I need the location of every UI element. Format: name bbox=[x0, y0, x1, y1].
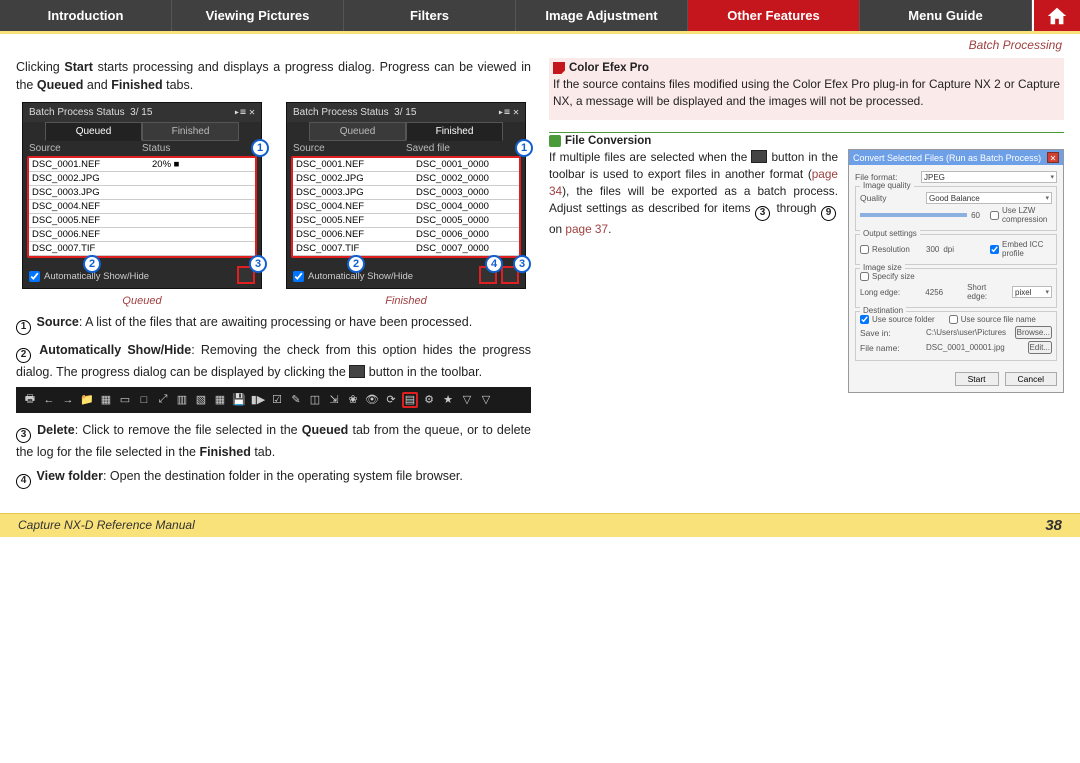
pause-icon[interactable]: ▮▶ bbox=[250, 392, 266, 408]
tab-queued[interactable]: Queued bbox=[309, 122, 406, 141]
filter2-icon[interactable]: ▽ bbox=[478, 392, 494, 408]
crop-icon[interactable]: ◫ bbox=[307, 392, 323, 408]
print-icon[interactable]: 🖶 bbox=[22, 392, 38, 408]
close-icon[interactable]: ✕ bbox=[513, 107, 519, 118]
resolution-checkbox[interactable] bbox=[860, 245, 869, 254]
home-button[interactable] bbox=[1032, 0, 1080, 31]
filter-icon[interactable]: ▽ bbox=[459, 392, 475, 408]
icc-checkbox[interactable] bbox=[990, 245, 999, 254]
save-icon[interactable]: 💾 bbox=[231, 392, 247, 408]
callout-3: 3 bbox=[513, 255, 531, 273]
progress-button-icon bbox=[349, 365, 365, 378]
tab-introduction[interactable]: Introduction bbox=[0, 0, 172, 31]
auto-show-hide-checkbox[interactable]: Automatically Show/Hide bbox=[293, 271, 413, 282]
grid-icon[interactable]: ▦ bbox=[98, 392, 114, 408]
film-icon[interactable]: ▭ bbox=[117, 392, 133, 408]
source-list: DSC_0001.NEFDSC_0001_0000 DSC_0002.JPGDS… bbox=[291, 156, 521, 258]
folder-icon[interactable]: 📁 bbox=[79, 392, 95, 408]
dust-icon[interactable]: ❀ bbox=[345, 392, 361, 408]
gear-icon[interactable]: ⚙ bbox=[421, 392, 437, 408]
item-2: 2 Automatically Show/Hide: Removing the … bbox=[16, 341, 531, 381]
batch-status-finished: Batch Process Status 3/ 15▸≡✕ Queued Fin… bbox=[286, 102, 526, 289]
file-format-select[interactable]: JPEG bbox=[921, 171, 1057, 183]
tab-menu-guide[interactable]: Menu Guide bbox=[860, 0, 1032, 31]
manual-title: Capture NX-D Reference Manual bbox=[18, 518, 195, 532]
auto-show-hide-checkbox[interactable]: Automatically Show/Hide bbox=[29, 271, 149, 282]
specify-size-checkbox[interactable] bbox=[860, 272, 869, 281]
eye-icon[interactable]: 👁 bbox=[364, 392, 380, 408]
callout-1: 1 bbox=[251, 139, 269, 157]
close-icon[interactable]: ✕ bbox=[249, 107, 255, 118]
link-page-37[interactable]: page 37 bbox=[565, 222, 608, 236]
export-icon[interactable]: ☑ bbox=[269, 392, 285, 408]
back-icon[interactable]: ← bbox=[41, 392, 57, 408]
export-button-icon bbox=[751, 150, 767, 163]
tab-image-adjustment[interactable]: Image Adjustment bbox=[516, 0, 688, 31]
item-3: 3 Delete: Click to remove the file selec… bbox=[16, 421, 531, 461]
left-column: Clicking Start starts processing and dis… bbox=[16, 58, 531, 495]
minimize-icon[interactable]: ▸≡ bbox=[234, 107, 246, 118]
convert-dialog: Convert Selected Files (Run as Batch Pro… bbox=[848, 149, 1064, 393]
square-icon[interactable]: □ bbox=[136, 392, 152, 408]
tab-finished[interactable]: Finished bbox=[406, 122, 503, 141]
quality-select[interactable]: Good Balance bbox=[926, 192, 1052, 204]
expand-icon[interactable]: ⤢ bbox=[155, 392, 171, 408]
right-column: Color Efex Pro If the source contains fi… bbox=[549, 58, 1064, 495]
cancel-button[interactable]: Cancel bbox=[1005, 372, 1057, 386]
tab-queued[interactable]: Queued bbox=[45, 122, 142, 141]
brush-icon[interactable]: ✎ bbox=[288, 392, 304, 408]
forward-icon[interactable]: → bbox=[60, 392, 76, 408]
minimize-icon[interactable]: ▸≡ bbox=[498, 107, 510, 118]
source-list: DSC_0001.NEF20% ■ DSC_0002.JPG DSC_0003.… bbox=[27, 156, 257, 258]
item-4: 4 View folder: Open the destination fold… bbox=[16, 467, 531, 489]
breadcrumb: Batch Processing bbox=[0, 34, 1080, 52]
warning-icon bbox=[553, 62, 565, 74]
item-1: 1 Source: A list of the files that are a… bbox=[16, 313, 531, 335]
caption-queued: Queued bbox=[22, 295, 262, 307]
page-number: 38 bbox=[1045, 517, 1062, 534]
start-button[interactable]: Start bbox=[955, 372, 999, 386]
file-conversion-text: If multiple files are selected when the … bbox=[549, 149, 838, 238]
top-nav: Introduction Viewing Pictures Filters Im… bbox=[0, 0, 1080, 34]
edit-button[interactable]: Edit... bbox=[1028, 341, 1052, 354]
use-source-folder-checkbox[interactable] bbox=[860, 315, 869, 324]
batch-progress-icon[interactable]: ▤ bbox=[402, 392, 418, 408]
color-efex-note: Color Efex Pro If the source contains fi… bbox=[549, 58, 1064, 120]
tip-icon bbox=[549, 135, 561, 147]
intro-text: Clicking Start starts processing and dis… bbox=[16, 58, 531, 94]
compare-icon[interactable]: ▥ bbox=[174, 392, 190, 408]
straighten-icon[interactable]: ⇲ bbox=[326, 392, 342, 408]
callout-1: 1 bbox=[515, 139, 533, 157]
tab-finished[interactable]: Finished bbox=[142, 122, 239, 141]
refresh-icon[interactable]: ⟳ bbox=[383, 392, 399, 408]
footer: Capture NX-D Reference Manual 38 bbox=[0, 513, 1080, 537]
star-icon[interactable]: ★ bbox=[440, 392, 456, 408]
use-source-name-checkbox[interactable] bbox=[949, 315, 958, 324]
browse-button[interactable]: Browse... bbox=[1015, 326, 1052, 339]
caption-finished: Finished bbox=[286, 295, 526, 307]
compare4-icon[interactable]: ▦ bbox=[212, 392, 228, 408]
tab-other-features[interactable]: Other Features bbox=[688, 0, 860, 31]
batch-status-queued: Batch Process Status 3/ 15▸≡✕ Queued Fin… bbox=[22, 102, 262, 289]
unit-select[interactable]: pixel bbox=[1012, 286, 1052, 298]
tab-filters[interactable]: Filters bbox=[344, 0, 516, 31]
callout-3: 3 bbox=[249, 255, 267, 273]
toolbar: 🖶 ← → 📁 ▦ ▭ □ ⤢ ▥ ▧ ▦ 💾 ▮▶ ☑ ✎ ◫ ⇲ ❀ 👁 ⟳… bbox=[16, 387, 531, 413]
home-icon bbox=[1046, 5, 1068, 27]
compare2-icon[interactable]: ▧ bbox=[193, 392, 209, 408]
lzw-checkbox[interactable] bbox=[990, 211, 999, 220]
close-icon[interactable]: ✕ bbox=[1047, 152, 1059, 163]
tab-viewing-pictures[interactable]: Viewing Pictures bbox=[172, 0, 344, 31]
